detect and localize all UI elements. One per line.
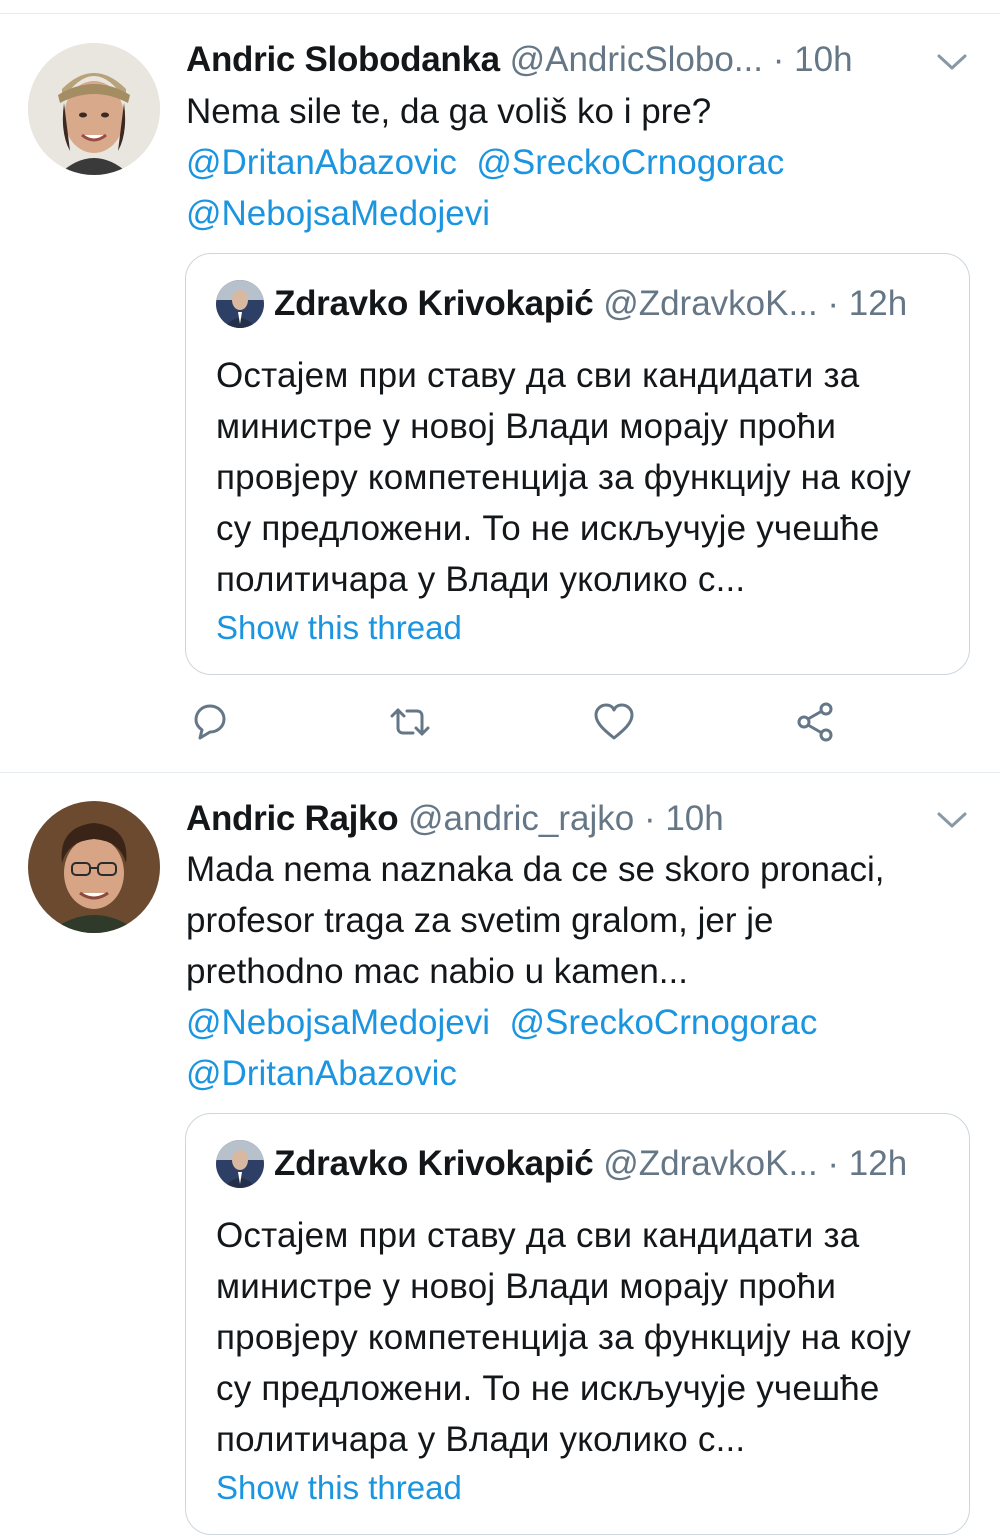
avatar[interactable]	[28, 43, 160, 175]
separator-dot: ·	[827, 1144, 849, 1183]
quoted-author-name: Zdravko Krivokapić	[274, 284, 594, 323]
quoted-avatar[interactable]	[216, 280, 264, 328]
quoted-header: Zdravko Krivokapić @ZdravkoK... · 12h	[274, 1142, 941, 1186]
share-icon[interactable]	[792, 698, 840, 746]
quoted-author-name: Zdravko Krivokapić	[274, 1144, 594, 1183]
tweet-text-line: Mada nema naznaka da ce se skoro pronaci…	[186, 850, 885, 889]
author-name[interactable]: Andric Rajko	[186, 799, 399, 838]
tweet-text: Nema sile te, da ga voliš ko i pre? @Dri…	[186, 86, 960, 239]
quoted-avatar[interactable]	[216, 1140, 264, 1188]
tweet-2[interactable]: Andric Rajko @andric_rajko · 10h Mada ne…	[0, 773, 1000, 1538]
tweet-1[interactable]: Andric Slobodanka @AndricSlobo... · 10h …	[0, 0, 1000, 772]
mention-link[interactable]: @NebojsaMedojevi	[186, 194, 490, 233]
mention-link[interactable]: @DritanAbazovic	[186, 1054, 457, 1093]
tweet-header: Andric Rajko @andric_rajko · 10h	[186, 797, 960, 841]
tweet-time[interactable]: 10h	[794, 40, 852, 79]
quoted-tweet[interactable]: Zdravko Krivokapić @ZdravkoK... · 12h Ос…	[185, 1113, 970, 1535]
tweet-actions	[0, 694, 1000, 750]
tweet-text: Mada nema naznaka da ce se skoro pronaci…	[186, 844, 960, 1099]
quoted-text: Остајем при ставу да сви кандидати за ми…	[216, 1216, 912, 1459]
author-handle[interactable]: @andric_rajko	[408, 799, 634, 838]
separator-dot: ·	[827, 284, 849, 323]
tweet-text-line: Nema sile te, da ga voliš ko i pre?	[186, 92, 712, 131]
tweet-text-line: profesor traga za svetim gralom, jer je	[186, 901, 774, 940]
like-icon[interactable]	[590, 698, 638, 746]
chevron-down-icon[interactable]	[934, 46, 970, 76]
separator-dot: ·	[772, 40, 795, 79]
avatar[interactable]	[28, 801, 160, 933]
tweet-header: Andric Slobodanka @AndricSlobo... · 10h	[186, 38, 960, 82]
quoted-tweet[interactable]: Zdravko Krivokapić @ZdravkoK... · 12h Ос…	[185, 253, 970, 675]
mentions-line: @NebojsaMedojevi @SreckoCrnogorac	[186, 997, 960, 1048]
author-handle[interactable]: @AndricSlobo...	[510, 40, 763, 79]
separator-dot: ·	[643, 799, 666, 838]
show-thread-link[interactable]: Show this thread	[216, 606, 462, 650]
tweet-time[interactable]: 10h	[665, 799, 723, 838]
mention-link[interactable]: @SreckoCrnogorac	[509, 1003, 817, 1042]
mentions-line: @DritanAbazovic	[186, 1048, 960, 1099]
quoted-author-handle: @ZdravkoK...	[603, 284, 818, 323]
quoted-text: Остајем при ставу да сви кандидати за ми…	[216, 356, 912, 599]
quoted-time: 12h	[848, 284, 908, 323]
tweet-text-line: prethodno mac nabio u kamen...	[186, 952, 688, 991]
reply-icon[interactable]	[186, 698, 234, 746]
quoted-header: Zdravko Krivokapić @ZdravkoK... · 12h	[274, 282, 941, 326]
mention-link[interactable]: @SreckoCrnogorac	[476, 143, 784, 182]
mention-link[interactable]: @NebojsaMedojevi	[186, 1003, 490, 1042]
author-name[interactable]: Andric Slobodanka	[186, 40, 500, 79]
mentions-line: @NebojsaMedojevi	[186, 188, 960, 239]
mentions-line: @DritanAbazovic @SreckoCrnogorac	[186, 137, 960, 188]
show-thread-link[interactable]: Show this thread	[216, 1466, 462, 1510]
mention-link[interactable]: @DritanAbazovic	[186, 143, 457, 182]
quoted-time: 12h	[848, 1144, 908, 1183]
retweet-icon[interactable]	[386, 698, 434, 746]
chevron-down-icon[interactable]	[934, 804, 970, 834]
quoted-author-handle: @ZdravkoK...	[603, 1144, 818, 1183]
